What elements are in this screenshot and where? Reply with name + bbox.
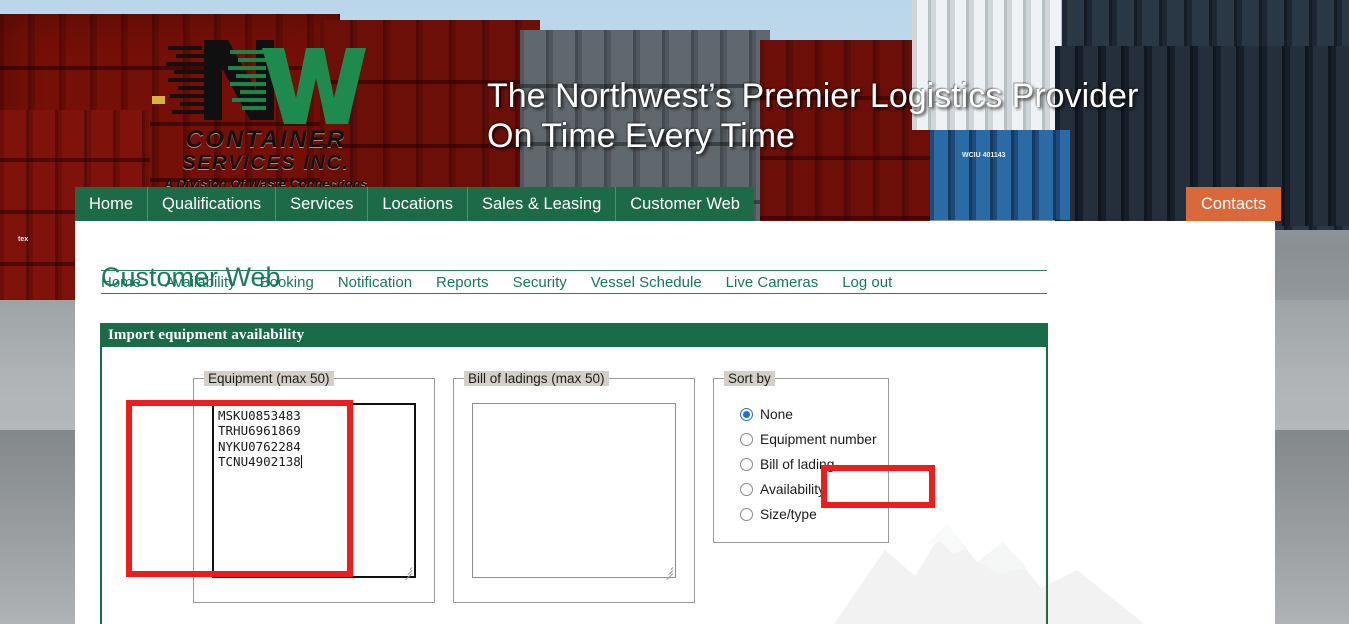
tagline-line-1: The Northwest’s Premier Logistics Provid… xyxy=(487,77,1139,115)
nav-item-sales-leasing[interactable]: Sales & Leasing xyxy=(468,187,617,221)
radio-equipment-number-icon[interactable] xyxy=(740,433,753,446)
logo-line-container: CONTAINER xyxy=(185,126,347,153)
secondary-navigation: Home Availability Booking Notification R… xyxy=(101,270,1047,294)
contacts-button[interactable]: Contacts xyxy=(1186,187,1282,221)
radio-size-type-icon[interactable] xyxy=(740,508,753,521)
radio-bill-of-lading-icon[interactable] xyxy=(740,458,753,471)
sort-option-equipment-number-label: Equipment number xyxy=(760,432,877,447)
sort-option-availability-label: Availability xyxy=(760,482,825,497)
sort-option-equipment-number[interactable]: Equipment number xyxy=(740,432,877,447)
nav-item-home[interactable]: Home xyxy=(75,187,149,221)
sort-option-size-type-label: Size/type xyxy=(760,507,817,522)
nw-monogram-icon xyxy=(152,32,380,130)
text-cursor xyxy=(300,454,302,468)
nav-item-locations[interactable]: Locations xyxy=(368,187,468,221)
subnav-item-availability[interactable]: Availability xyxy=(153,274,248,291)
container-code: tex xyxy=(18,236,29,243)
equipment-textarea-value: MSKU0853483 TRHU6961869 NYKU0762284 TCNU… xyxy=(218,408,301,469)
equipment-textarea[interactable]: MSKU0853483 TRHU6961869 NYKU0762284 TCNU… xyxy=(212,403,416,578)
company-logo: CONTAINER SERVICES INC. A Division Of Wa… xyxy=(152,32,380,209)
subnav-item-vessel-schedule[interactable]: Vessel Schedule xyxy=(579,274,714,291)
tagline-line-2: On Time Every Time xyxy=(487,117,795,155)
subnav-item-booking[interactable]: Booking xyxy=(248,274,326,291)
content-panel: Customer Web Home Availability Booking N… xyxy=(75,221,1275,624)
subnav-item-security[interactable]: Security xyxy=(501,274,579,291)
radio-none-icon[interactable] xyxy=(740,408,753,421)
subnav-item-live-cameras[interactable]: Live Cameras xyxy=(714,274,831,291)
subnav-item-notification[interactable]: Notification xyxy=(326,274,424,291)
sort-by-legend: Sort by xyxy=(724,371,775,386)
bill-of-ladings-legend: Bill of ladings (max 50) xyxy=(464,371,609,386)
subnav-item-reports[interactable]: Reports xyxy=(424,274,501,291)
sort-option-none[interactable]: None xyxy=(740,407,793,422)
sort-option-none-label: None xyxy=(760,407,793,422)
bill-of-ladings-textarea[interactable] xyxy=(472,403,676,578)
banner-tagline: The Northwest’s Premier Logistics Provid… xyxy=(487,76,1138,156)
radio-availability-icon[interactable] xyxy=(740,483,753,496)
subnav-item-home[interactable]: Home xyxy=(101,274,153,291)
nav-item-qualifications[interactable]: Qualifications xyxy=(148,187,277,221)
equipment-legend: Equipment (max 50) xyxy=(204,371,334,386)
logo-line-services: SERVICES INC. xyxy=(182,152,350,174)
nav-item-customer-web[interactable]: Customer Web xyxy=(616,187,754,221)
main-navigation: Home Qualifications Services Locations S… xyxy=(75,187,754,221)
sort-option-bill-of-lading-label: Bill of lading xyxy=(760,457,835,472)
subnav-item-log-out[interactable]: Log out xyxy=(830,274,904,291)
sort-option-size-type[interactable]: Size/type xyxy=(740,507,817,522)
nav-item-services[interactable]: Services xyxy=(276,187,369,221)
sort-option-availability[interactable]: Availability xyxy=(740,482,825,497)
sort-option-bill-of-lading[interactable]: Bill of lading xyxy=(740,457,834,472)
